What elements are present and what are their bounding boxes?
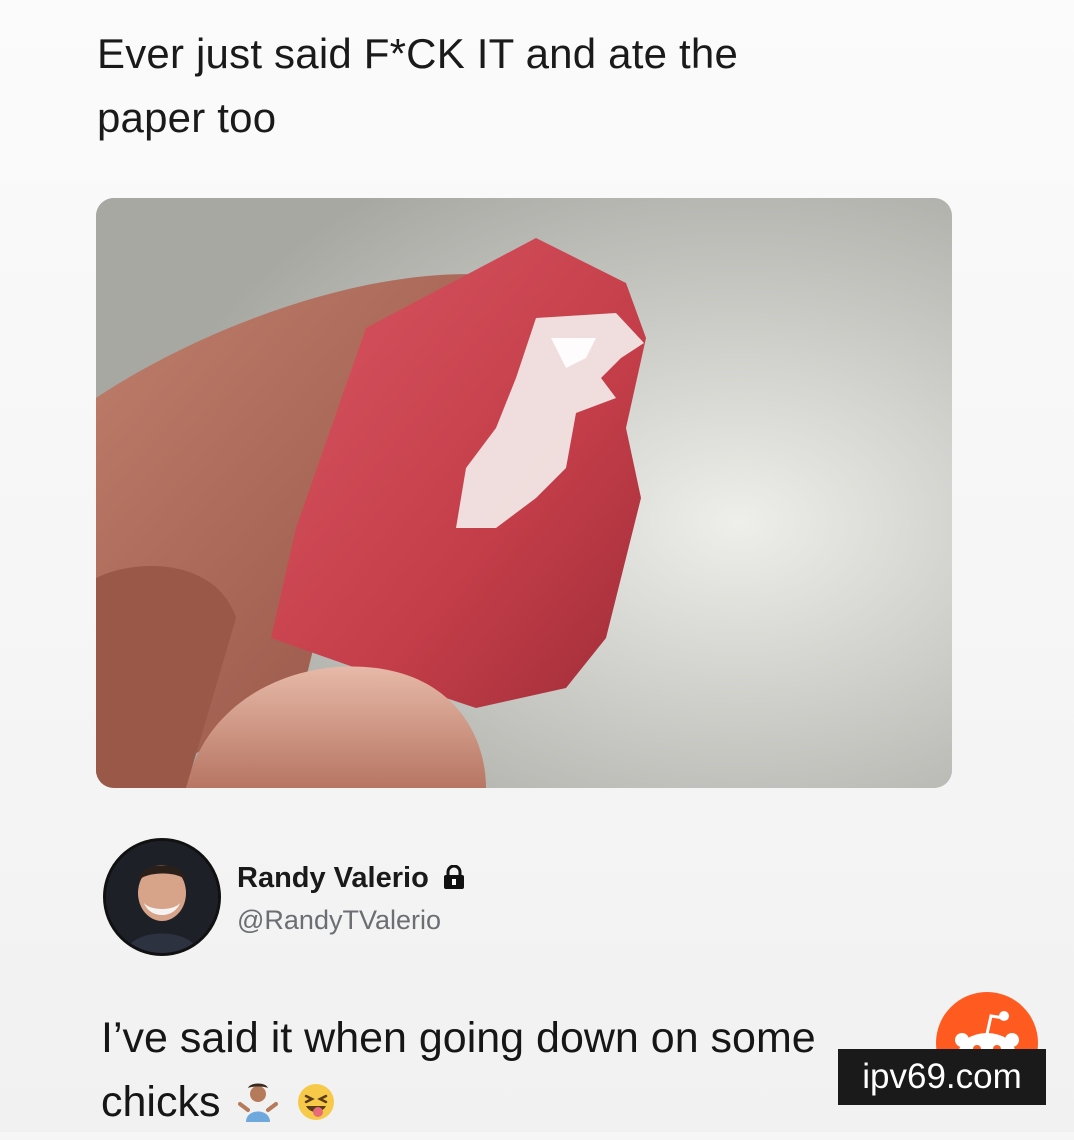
candy-photo-illustration — [96, 198, 952, 788]
post-caption: Ever just said F*CK IT and ate the paper… — [97, 22, 917, 150]
reply-line-2: chicks — [101, 1078, 221, 1126]
name-row: Randy Valerio — [237, 862, 465, 895]
meme-card: Ever just said F*CK IT and ate the paper… — [0, 0, 1074, 1132]
squinting-tongue-emoji — [296, 1076, 336, 1140]
user-handle[interactable]: @RandyTValerio — [237, 905, 441, 936]
caption-line-1: Ever just said F*CK IT and ate the — [97, 30, 739, 77]
watermark: ipv69.com — [838, 1049, 1046, 1105]
caption-line-2: paper too — [97, 94, 277, 141]
display-name[interactable]: Randy Valerio — [237, 862, 429, 894]
avatar-portrait — [106, 841, 218, 953]
avatar[interactable] — [103, 838, 221, 956]
lock-icon — [443, 864, 465, 894]
post-photo[interactable] — [96, 198, 952, 788]
person-shrugging-emoji — [238, 1076, 279, 1140]
